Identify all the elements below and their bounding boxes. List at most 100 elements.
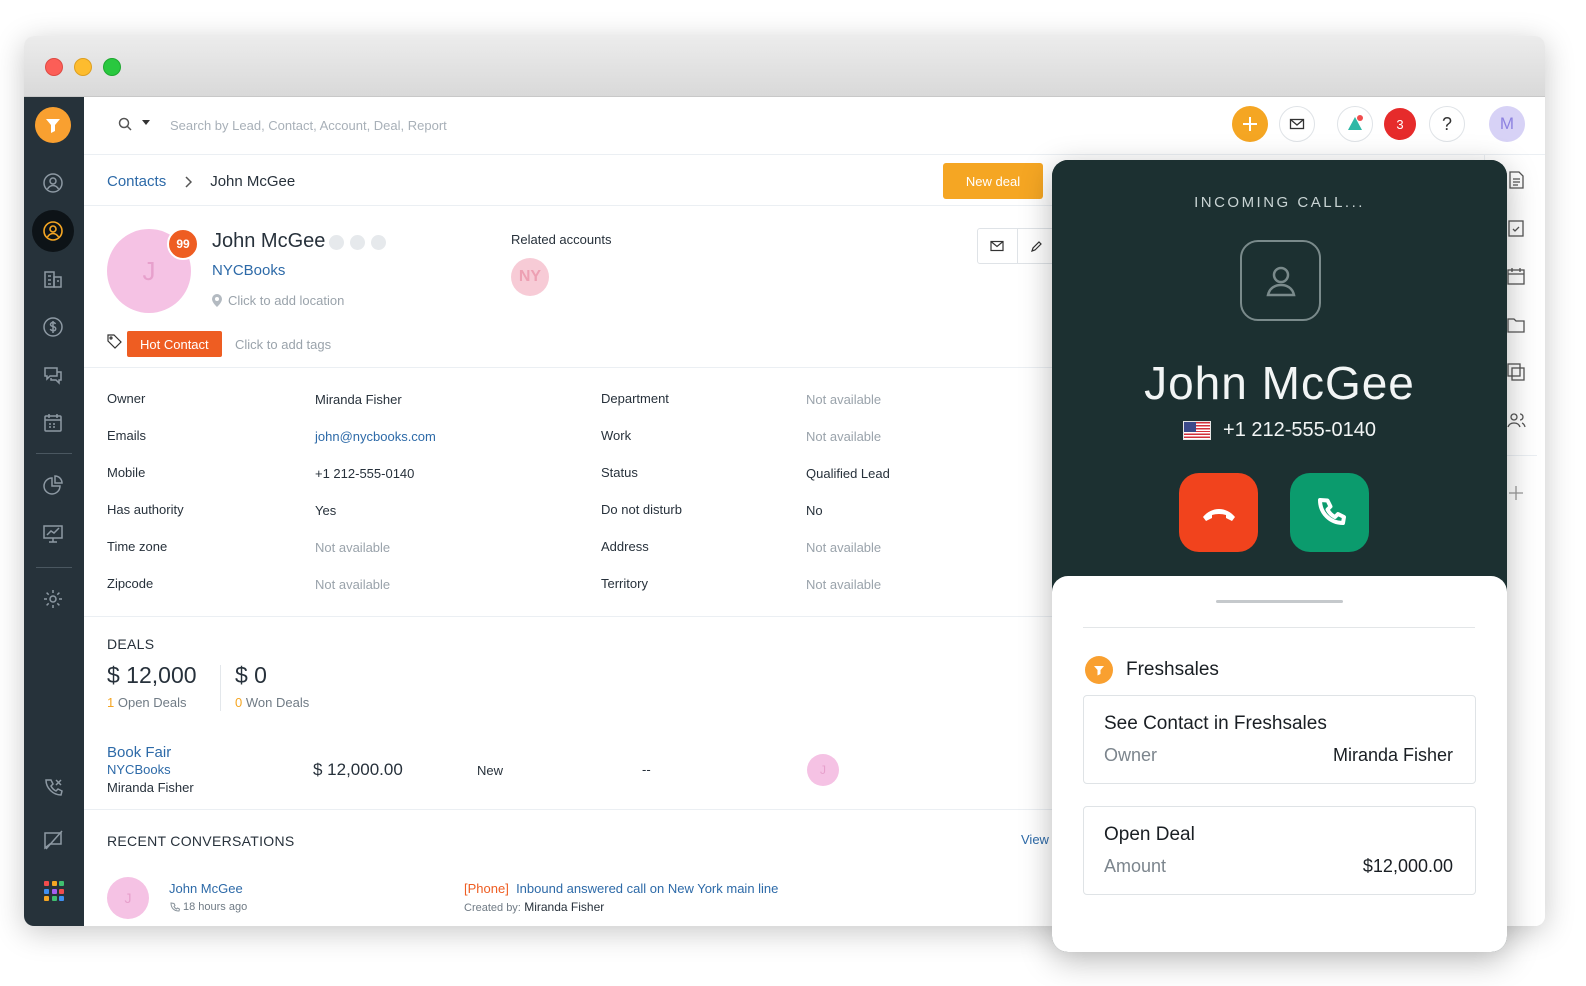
hot-contact-tag[interactable]: Hot Contact	[127, 331, 222, 357]
field-value-territory[interactable]: Not available	[806, 577, 881, 592]
deals-icon[interactable]	[41, 315, 65, 339]
reports-icon[interactable]	[41, 474, 65, 498]
conversation-time: 18 hours ago	[169, 901, 247, 913]
chevron-down-icon[interactable]	[142, 120, 150, 125]
view-conversations-link[interactable]: View	[1021, 832, 1049, 847]
lead-score-badge: 99	[167, 228, 199, 260]
conversation-avatar: J	[107, 877, 149, 919]
field-value-zipcode[interactable]: Not available	[315, 577, 390, 592]
divider	[84, 616, 1134, 617]
sidebar	[24, 97, 84, 926]
facebook-icon[interactable]	[329, 235, 344, 250]
tasks-icon[interactable]	[1505, 217, 1527, 239]
accounts-icon[interactable]	[41, 267, 65, 291]
deal-owner: Miranda Fisher	[107, 780, 194, 795]
freshsales-logo[interactable]	[35, 107, 71, 143]
search-input[interactable]	[170, 114, 670, 136]
location-pin-icon	[212, 294, 222, 307]
field-value-work[interactable]: Not available	[806, 429, 881, 444]
send-email-button[interactable]	[978, 229, 1018, 263]
field-label-address: Address	[601, 539, 649, 554]
open-deal-title[interactable]: Open Deal	[1104, 824, 1195, 846]
search-icon[interactable]	[117, 116, 133, 137]
team-icon[interactable]	[1505, 409, 1527, 431]
notes-icon[interactable]	[1505, 169, 1527, 191]
deal-account-link[interactable]: NYCBooks	[107, 762, 171, 777]
new-deal-button[interactable]: New deal	[943, 163, 1043, 199]
location-field[interactable]: Click to add location	[212, 293, 344, 308]
decline-call-button[interactable]	[1179, 473, 1258, 552]
field-value-do-not-disturb[interactable]: No	[806, 503, 823, 518]
call-header: INCOMING CALL... John McGee +1 212-555-0…	[1052, 160, 1507, 590]
calendar-icon[interactable]	[41, 411, 65, 435]
contact-company-link[interactable]: NYCBooks	[212, 262, 285, 279]
amount-value: $12,000.00	[1362, 856, 1453, 876]
contact-actions	[977, 228, 1057, 264]
close-window-button[interactable]	[45, 58, 63, 76]
edit-button[interactable]	[1018, 229, 1057, 263]
related-account-avatar[interactable]: NY	[511, 258, 549, 296]
caller-avatar-icon	[1240, 240, 1321, 321]
won-deals-count[interactable]: 0 Won Deals	[235, 695, 309, 710]
notifications-badge[interactable]: 3	[1384, 108, 1416, 140]
app-switcher-icon[interactable]	[44, 881, 64, 901]
field-value-time-zone[interactable]: Not available	[315, 540, 390, 555]
chat-off-icon[interactable]	[41, 828, 65, 852]
add-tags-link[interactable]: Click to add tags	[235, 337, 331, 352]
quick-add-button[interactable]	[1232, 106, 1268, 142]
field-value-address[interactable]: Not available	[806, 540, 881, 555]
conversation-time-text: 18 hours ago	[183, 901, 248, 913]
integrations-button[interactable]	[1337, 106, 1373, 142]
won-deals-number: 0	[235, 695, 243, 710]
see-contact-title[interactable]: See Contact in Freshsales	[1104, 713, 1327, 735]
open-deals-number: 1	[107, 695, 115, 710]
top-bar: 3 ? M	[84, 97, 1545, 155]
deals-section-title: DEALS	[107, 636, 155, 652]
pencil-icon	[1031, 240, 1043, 252]
call-info-sheet: Freshsales See Contact in Freshsales Own…	[1052, 576, 1507, 952]
user-avatar[interactable]: M	[1489, 106, 1525, 142]
accept-call-button[interactable]	[1290, 473, 1369, 552]
conversations-icon[interactable]	[41, 363, 65, 387]
breadcrumb: Contacts John McGee	[107, 173, 295, 190]
field-value-email[interactable]: john@nycbooks.com	[315, 429, 436, 444]
duplicates-icon[interactable]	[1505, 361, 1527, 383]
see-contact-card[interactable]: See Contact in Freshsales Owner Miranda …	[1083, 695, 1476, 784]
contacts-icon[interactable]	[41, 219, 65, 243]
conversation-summary[interactable]: [Phone] Inbound answered call on New Yor…	[464, 881, 778, 896]
files-icon[interactable]	[1505, 313, 1527, 335]
conversation-contact-link[interactable]: John McGee	[169, 881, 243, 896]
location-placeholder: Click to add location	[228, 293, 345, 308]
dashboards-icon[interactable]	[41, 522, 65, 546]
open-deal-card[interactable]: Open Deal Amount $12,000.00	[1083, 806, 1476, 895]
email-icon	[990, 240, 1004, 252]
help-button[interactable]: ?	[1429, 106, 1465, 142]
deal-name-link[interactable]: Book Fair	[107, 744, 171, 761]
field-value-department[interactable]: Not available	[806, 392, 881, 407]
caller-phone-number: +1 212-555-0140	[1223, 419, 1376, 441]
field-value-mobile[interactable]: +1 212-555-0140	[315, 466, 414, 481]
owner-label: Owner	[1104, 745, 1158, 765]
settings-icon[interactable]	[41, 587, 65, 611]
open-deals-count[interactable]: 1 Open Deals	[107, 695, 187, 710]
field-value-status[interactable]: Qualified Lead	[806, 466, 890, 481]
field-value-owner[interactable]: Miranda Fisher	[315, 392, 402, 407]
maximize-window-button[interactable]	[103, 58, 121, 76]
email-button[interactable]	[1279, 106, 1315, 142]
contact-details-page: Contacts John McGee New deal J 99 John M…	[84, 155, 1134, 926]
leads-icon[interactable]	[41, 171, 65, 195]
field-label-mobile: Mobile	[107, 465, 146, 480]
drag-handle[interactable]	[1216, 600, 1343, 603]
incoming-call-panel: INCOMING CALL... John McGee +1 212-555-0…	[1052, 160, 1507, 952]
phone-off-icon[interactable]	[41, 776, 65, 800]
conversation-summary-link[interactable]: Inbound answered call on New York main l…	[516, 881, 778, 896]
sidebar-divider	[36, 453, 72, 454]
linkedin-icon[interactable]	[371, 235, 386, 250]
field-value-has-authority[interactable]: Yes	[315, 503, 336, 518]
add-icon[interactable]	[1505, 482, 1527, 504]
breadcrumb-contacts-link[interactable]: Contacts	[107, 173, 166, 190]
appointments-icon[interactable]	[1505, 265, 1527, 287]
phone-icon	[170, 901, 180, 912]
twitter-icon[interactable]	[350, 235, 365, 250]
minimize-window-button[interactable]	[74, 58, 92, 76]
